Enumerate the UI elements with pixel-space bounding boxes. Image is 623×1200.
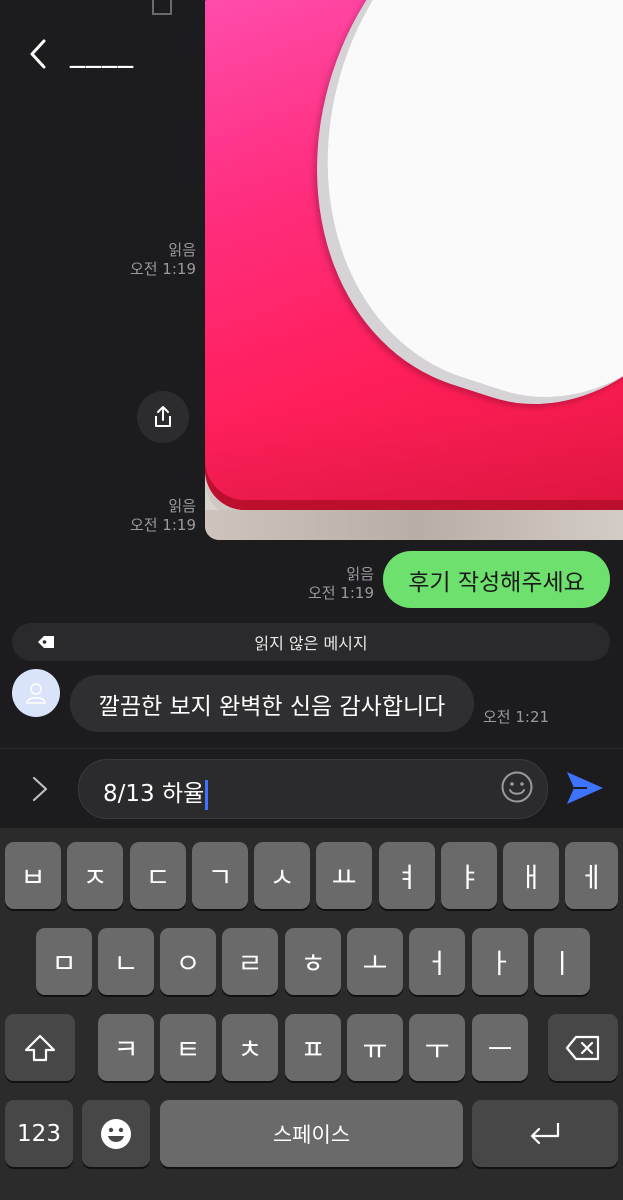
numbers-key[interactable]: 123 [5,1100,73,1167]
emoji-key[interactable] [82,1100,150,1167]
keyboard: ㅂ ㅈ ㄷ ㄱ ㅅ ㅛ ㅕ ㅑ ㅐ ㅔ ㅁ ㄴ ㅇ ㄹ ㅎ ㅗ ㅓ ㅏ ㅣ ㅋ … [0,828,623,1200]
shift-icon [24,1034,56,1061]
key[interactable]: ㅎ [285,928,341,995]
header: ____ [0,0,205,100]
person-icon [26,683,46,704]
return-key[interactable] [472,1100,618,1167]
key[interactable]: ㄱ [192,842,248,909]
return-icon [530,1122,560,1144]
key[interactable]: ㅕ [379,842,435,909]
key[interactable]: ㅛ [316,842,372,909]
key[interactable]: ㅠ [347,1014,403,1081]
space-key[interactable]: 스페이스 [160,1100,463,1167]
key[interactable]: ㅈ [67,842,123,909]
backspace-icon [565,1035,600,1060]
read-receipt: 읽음 [168,241,196,259]
read-receipt: 읽음 [168,497,196,515]
key[interactable]: ㅣ [534,928,590,995]
backspace-key[interactable] [548,1014,618,1081]
unread-divider: 읽지 않은 메시지 [12,623,610,661]
key[interactable]: ㅏ [472,928,528,995]
key[interactable]: ㅌ [160,1014,216,1081]
incoming-message-bubble[interactable]: 깔끔한 보지 완벽한 신음 감사합니다 [70,675,474,732]
key[interactable]: ㅇ [160,928,216,995]
send-icon[interactable] [563,766,607,810]
message-time: 오전 1:19 [129,516,196,534]
message-time: 오전 1:21 [483,708,550,726]
message-time: 오전 1:19 [307,584,374,602]
input-value: 8/13 하율 [103,781,205,807]
chevron-left-icon[interactable] [24,38,56,70]
key[interactable]: ㅂ [5,842,61,909]
key[interactable]: ㅜ [409,1014,465,1081]
share-button[interactable] [137,391,189,443]
key[interactable]: ㅓ [409,928,465,995]
tag-icon [38,636,54,648]
avatar[interactable] [12,669,60,717]
message-input[interactable]: 8/13 하율 [78,759,548,819]
read-receipt: 읽음 [346,565,374,583]
key[interactable]: ㅅ [254,842,310,909]
message-time: 오전 1:19 [129,260,196,278]
message-text: 깔끔한 보지 완벽한 신음 감사합니다 [98,693,446,720]
key[interactable]: ㅍ [285,1014,341,1081]
chat-title: ____ [70,34,134,69]
emoji-icon [101,1118,131,1149]
message-text: 후기 작성해주세요 [408,569,585,596]
key[interactable]: ㄷ [130,842,186,909]
unread-divider-label: 읽지 않은 메시지 [254,634,368,653]
share-icon [155,406,171,427]
key[interactable]: ㄹ [222,928,278,995]
text-caret [205,779,209,810]
share-icon[interactable] [148,0,176,18]
outgoing-message-bubble[interactable]: 후기 작성해주세요 [383,551,610,608]
key[interactable]: ㅔ [565,842,618,909]
shift-key[interactable] [5,1014,75,1081]
chevron-right-icon[interactable] [30,776,50,802]
key[interactable]: ㄴ [98,928,154,995]
key[interactable]: ㅁ [36,928,92,995]
key[interactable]: ㅗ [347,928,403,995]
chat-area: ____ 읽음 오전 1:19 읽음 오전 1:19 읽음 오전 1:19 후기… [0,0,623,748]
key[interactable]: ㅋ [98,1014,154,1081]
emoji-icon[interactable] [500,770,534,804]
key[interactable]: ㅊ [222,1014,278,1081]
key[interactable]: ㅐ [503,842,559,909]
key[interactable]: ㅡ [472,1014,528,1081]
key[interactable]: ㅑ [441,842,497,909]
shared-photo[interactable] [205,0,623,540]
